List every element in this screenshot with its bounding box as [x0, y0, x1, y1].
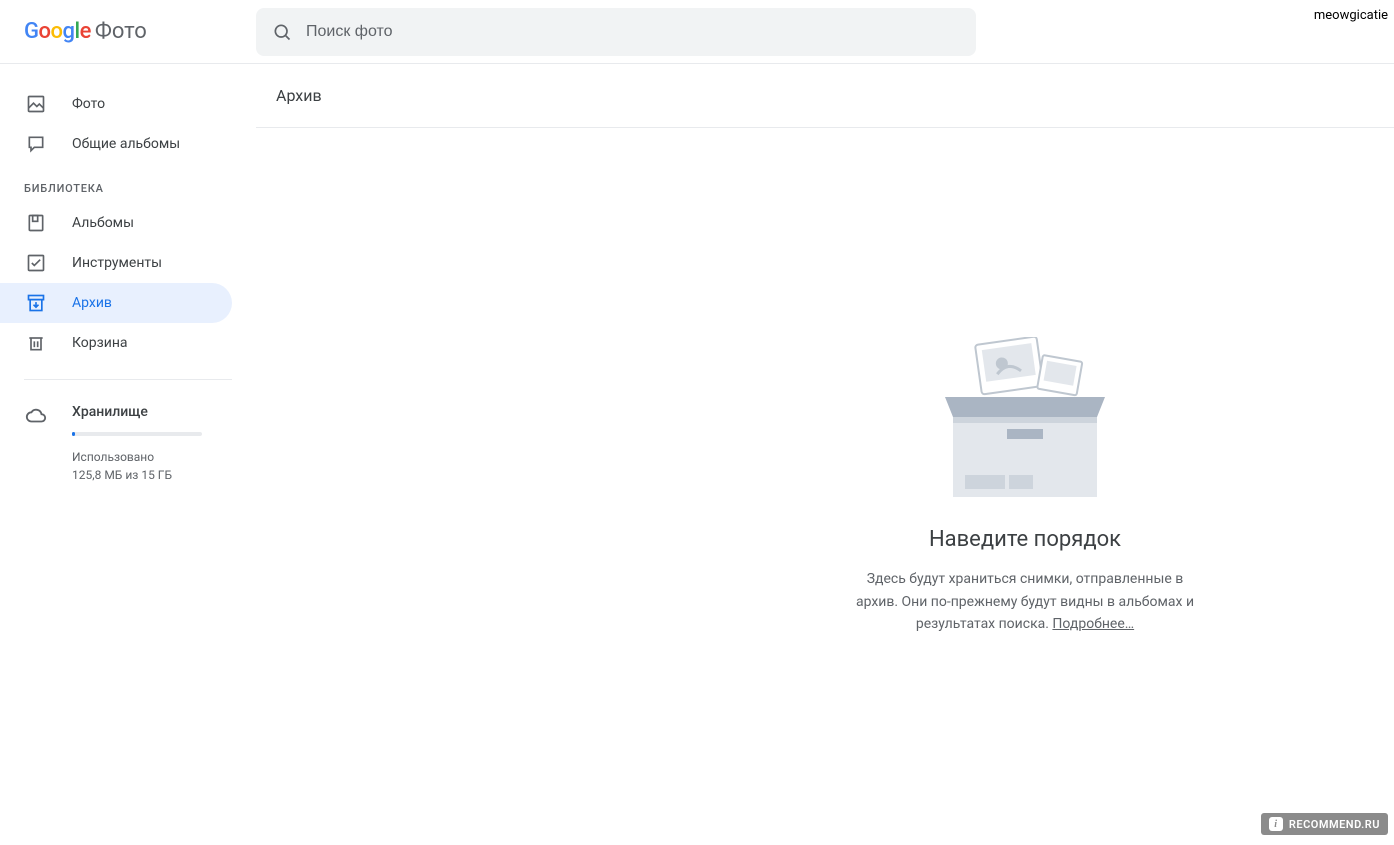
search-input[interactable]: [306, 23, 960, 41]
sidebar-item-tools[interactable]: Инструменты: [0, 243, 232, 283]
user-label[interactable]: meowgicatie: [1314, 8, 1388, 23]
storage-usage-label: Использовано: [72, 448, 232, 466]
sidebar-item-label: Альбомы: [72, 215, 134, 231]
sidebar-item-archive[interactable]: Архив: [0, 283, 232, 323]
empty-illustration: [925, 337, 1125, 507]
image-icon: [24, 92, 48, 116]
storage-bar-fill: [72, 432, 75, 436]
main-content: Архив: [256, 64, 1394, 845]
learn-more-link[interactable]: Подробнее…: [1052, 616, 1134, 632]
google-logo: Google: [24, 19, 91, 44]
sidebar-item-shared-albums[interactable]: Общие альбомы: [0, 124, 232, 164]
sidebar-section-label: БИБЛИОТЕКА: [0, 164, 256, 203]
search-bar[interactable]: [256, 8, 976, 56]
page-title: Архив: [276, 86, 1394, 105]
cloud-icon: [24, 404, 48, 428]
watermark: i RECOMMEND.RU: [1261, 813, 1388, 835]
empty-heading: Наведите порядок: [929, 527, 1121, 552]
sidebar-item-trash[interactable]: Корзина: [0, 323, 232, 363]
watermark-icon: i: [1269, 817, 1283, 831]
product-name: Фото: [95, 19, 147, 44]
chat-icon: [24, 132, 48, 156]
storage-section[interactable]: Хранилище Использовано 125,8 МБ из 15 ГБ: [0, 396, 256, 484]
storage-bar: [72, 432, 202, 436]
sidebar-item-label: Инструменты: [72, 255, 162, 271]
album-icon: [24, 211, 48, 235]
sidebar-item-label: Архив: [72, 295, 112, 311]
search-icon: [272, 22, 292, 42]
trash-icon: [24, 331, 48, 355]
storage-title: Хранилище: [72, 404, 232, 420]
empty-body: Здесь будут храниться снимки, отправленн…: [845, 568, 1205, 635]
empty-state: Наведите порядок Здесь будут храниться с…: [256, 128, 1394, 845]
sidebar-item-albums[interactable]: Альбомы: [0, 203, 232, 243]
sidebar: Фото Общие альбомы БИБЛИОТЕКА Альбомы Ин…: [0, 64, 256, 845]
app-logo[interactable]: Google Фото: [16, 19, 256, 44]
archive-icon: [24, 291, 48, 315]
sidebar-item-photos[interactable]: Фото: [0, 84, 232, 124]
tools-icon: [24, 251, 48, 275]
divider: [24, 379, 232, 380]
main-header: Архив: [256, 64, 1394, 128]
sidebar-item-label: Фото: [72, 96, 105, 112]
sidebar-item-label: Корзина: [72, 335, 128, 351]
sidebar-item-label: Общие альбомы: [72, 136, 180, 152]
watermark-text: RECOMMEND.RU: [1289, 818, 1380, 831]
empty-body-text: Здесь будут храниться снимки, отправленн…: [856, 571, 1194, 632]
app-header: Google Фото meowgicatie: [0, 0, 1394, 64]
storage-usage-value: 125,8 МБ из 15 ГБ: [72, 466, 232, 484]
